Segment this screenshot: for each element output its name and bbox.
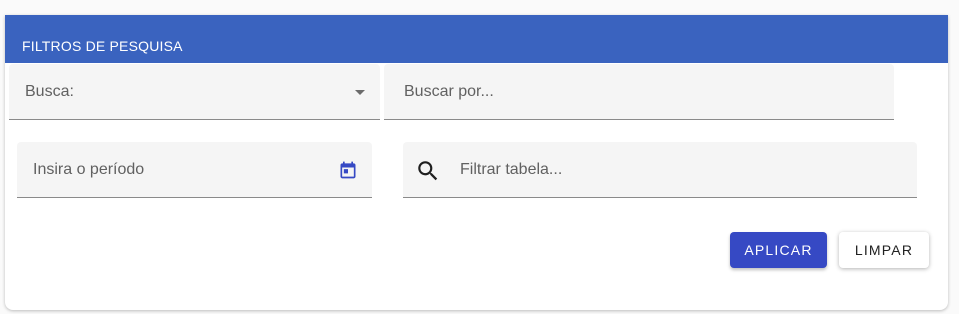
panel-title: FILTROS DE PESQUISA [22,38,183,54]
search-type-select[interactable]: Busca: [9,64,380,120]
clear-button[interactable]: LIMPAR [839,232,929,268]
period-placeholder: Insira o período [33,160,145,178]
search-type-label: Busca: [25,82,74,100]
search-by-input[interactable]: Buscar por... [384,64,894,120]
table-filter-placeholder: Filtrar tabela... [460,160,563,178]
search-by-placeholder: Buscar por... [404,82,494,100]
search-icon [418,161,438,181]
calendar-icon[interactable] [338,160,358,180]
period-input[interactable]: Insira o período [17,142,372,198]
table-filter-input[interactable]: Filtrar tabela... [403,142,917,198]
apply-button[interactable]: APLICAR [730,232,827,268]
panel-header: FILTROS DE PESQUISA [5,15,948,63]
chevron-down-icon[interactable] [355,90,365,95]
